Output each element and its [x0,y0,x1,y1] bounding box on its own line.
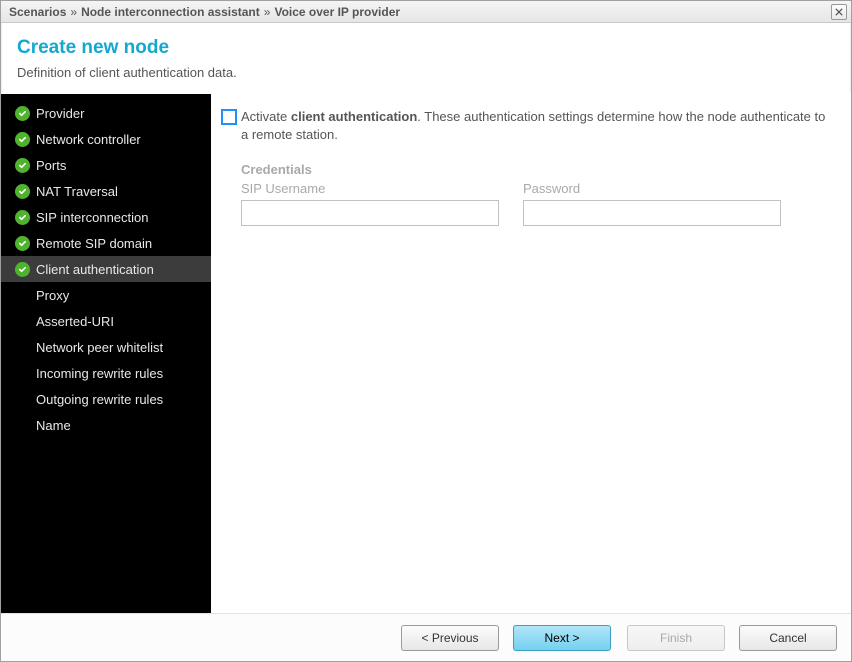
credentials-title: Credentials [241,162,833,177]
wizard-header: Create new node Definition of client aut… [1,23,851,93]
sidebar-item-label: Outgoing rewrite rules [36,392,163,407]
check-icon [15,106,30,121]
step-icon-placeholder [15,340,30,355]
close-icon [835,8,843,16]
sidebar-item-label: Remote SIP domain [36,236,152,251]
activate-text-bold: client authentication [291,109,417,124]
sidebar-item-network-controller[interactable]: Network controller [1,126,211,152]
sidebar-item-client-authentication[interactable]: Client authentication [1,256,211,282]
sidebar-item-outgoing-rewrite-rules[interactable]: Outgoing rewrite rules [1,386,211,412]
finish-button: Finish [627,625,725,651]
sidebar-item-label: Name [36,418,71,433]
sidebar-item-incoming-rewrite-rules[interactable]: Incoming rewrite rules [1,360,211,386]
next-button[interactable]: Next > [513,625,611,651]
check-icon [15,132,30,147]
activate-text-prefix: Activate [241,109,291,124]
activate-checkbox[interactable] [221,109,237,125]
wizard-dialog: Scenarios » Node interconnection assista… [0,0,852,662]
username-field-group: SIP Username [241,181,499,226]
sidebar-item-label: Ports [36,158,66,173]
sidebar-item-label: Network peer whitelist [36,340,163,355]
close-button[interactable] [831,4,847,20]
sidebar-item-label: SIP interconnection [36,210,149,225]
sidebar-item-provider[interactable]: Provider [1,100,211,126]
sip-username-input[interactable] [241,200,499,226]
check-icon [15,236,30,251]
sidebar-item-network-peer-whitelist[interactable]: Network peer whitelist [1,334,211,360]
wizard-body: Provider Network controller Ports NAT Trave… [1,93,851,613]
sidebar-item-label: Network controller [36,132,141,147]
sidebar-item-label: Incoming rewrite rules [36,366,163,381]
breadcrumb-1: Scenarios [9,5,66,19]
sidebar-item-label: NAT Traversal [36,184,118,199]
check-icon [15,184,30,199]
previous-button[interactable]: < Previous [401,625,499,651]
titlebar: Scenarios » Node interconnection assista… [1,1,851,23]
password-input[interactable] [523,200,781,226]
username-label: SIP Username [241,181,499,196]
sidebar-item-label: Asserted-URI [36,314,114,329]
sidebar-item-asserted-uri[interactable]: Asserted-URI [1,308,211,334]
activate-row: Activate client authentication. These au… [217,108,833,144]
wizard-footer: < Previous Next > Finish Cancel [1,613,851,661]
sidebar-item-proxy[interactable]: Proxy [1,282,211,308]
step-icon-placeholder [15,418,30,433]
breadcrumb-2: Node interconnection assistant [81,5,260,19]
sidebar-item-nat-traversal[interactable]: NAT Traversal [1,178,211,204]
check-icon [15,210,30,225]
step-icon-placeholder [15,392,30,407]
sidebar-item-label: Proxy [36,288,69,303]
sidebar-item-label: Client authentication [36,262,154,277]
step-icon-placeholder [15,314,30,329]
breadcrumb-sep: » [264,5,271,19]
page-subtitle: Definition of client authentication data… [17,65,835,80]
step-icon-placeholder [15,366,30,381]
check-icon [15,158,30,173]
credentials-section: Credentials SIP Username Password [241,162,833,226]
step-icon-placeholder [15,288,30,303]
sidebar-item-name[interactable]: Name [1,412,211,438]
cancel-button[interactable]: Cancel [739,625,837,651]
password-label: Password [523,181,781,196]
breadcrumb-3: Voice over IP provider [274,5,400,19]
wizard-content: Activate client authentication. These au… [211,94,851,613]
page-title: Create new node [17,37,835,59]
sidebar-item-remote-sip-domain[interactable]: Remote SIP domain [1,230,211,256]
wizard-steps-sidebar: Provider Network controller Ports NAT Trave… [1,94,211,613]
sidebar-item-sip-interconnection[interactable]: SIP interconnection [1,204,211,230]
password-field-group: Password [523,181,781,226]
sidebar-item-ports[interactable]: Ports [1,152,211,178]
check-icon [15,262,30,277]
activate-description: Activate client authentication. These au… [241,108,833,144]
breadcrumb-sep: » [70,5,77,19]
sidebar-item-label: Provider [36,106,84,121]
